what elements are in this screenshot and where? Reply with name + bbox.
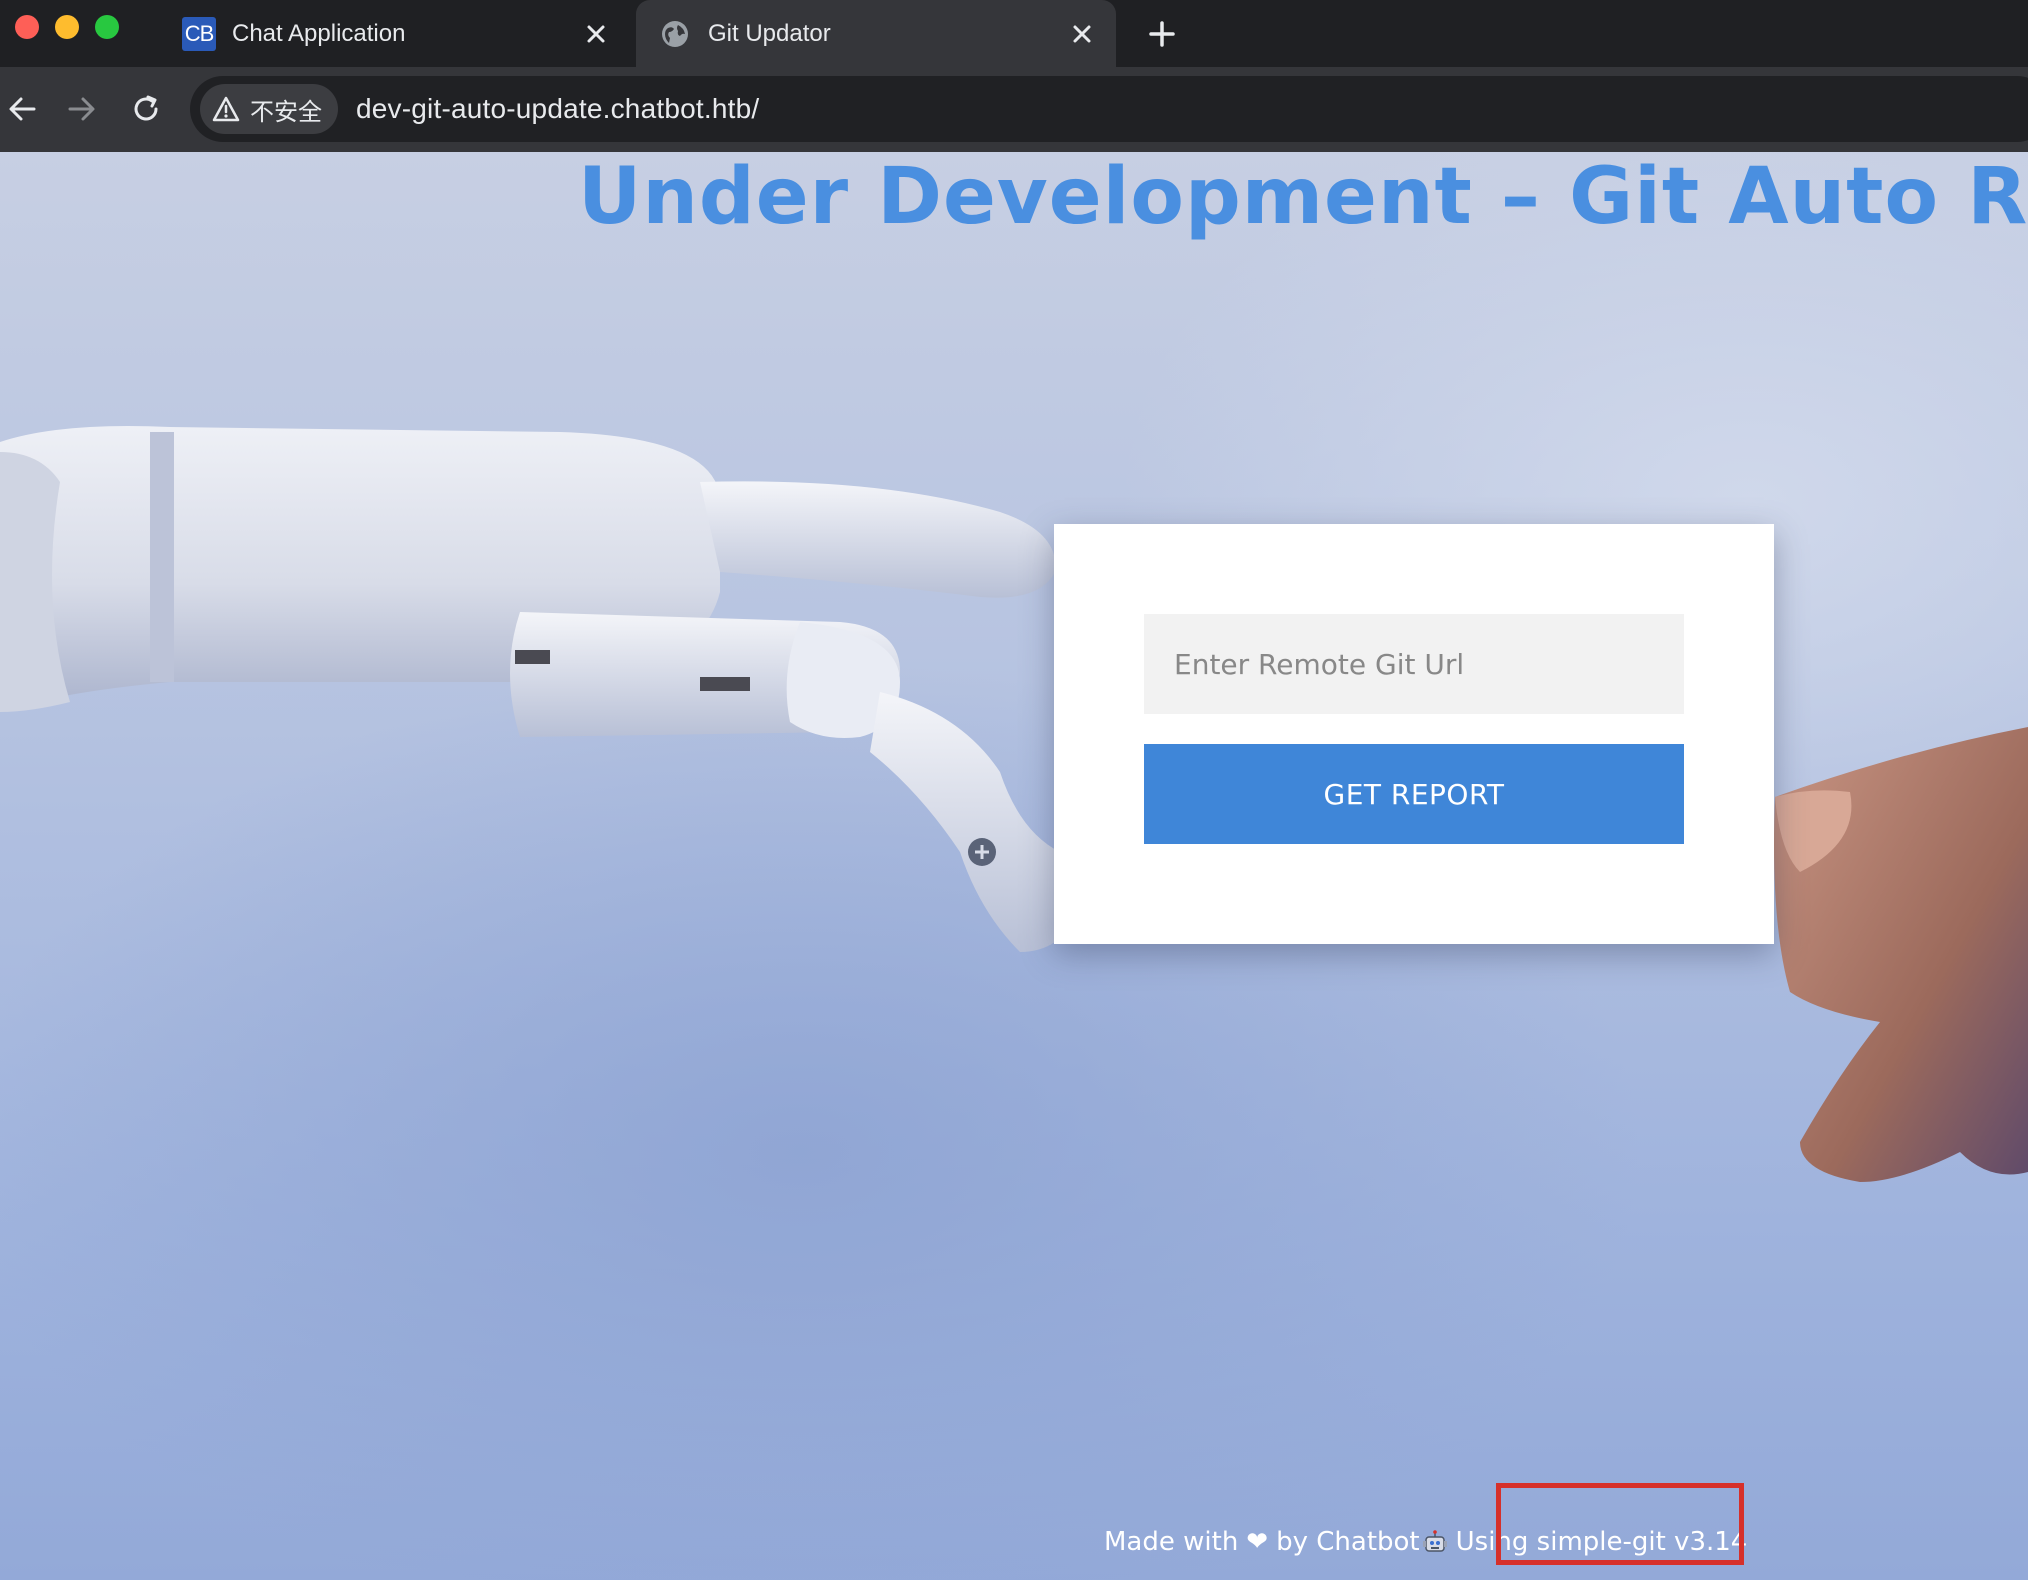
arrow-right-icon <box>68 97 95 121</box>
footer-made-with: Made with <box>1104 1527 1239 1557</box>
reload-button[interactable] <box>124 87 168 131</box>
tab-close-icon[interactable] <box>1062 14 1102 54</box>
browser-tab-strip: CB Chat Application Git Updator <box>0 0 2028 67</box>
report-form-card: GET REPORT <box>1054 524 1774 944</box>
window-maximize-button[interactable] <box>95 15 119 39</box>
window-close-button[interactable] <box>15 15 39 39</box>
reload-icon <box>134 95 158 121</box>
version-highlight-box <box>1496 1483 1744 1565</box>
security-indicator[interactable]: 不安全 <box>200 84 338 134</box>
robot-icon <box>1422 1529 1448 1555</box>
page-viewport: Under Development – Git Auto Report Ger … <box>0 152 2028 1580</box>
remote-git-url-input[interactable] <box>1144 614 1684 714</box>
get-report-button[interactable]: GET REPORT <box>1144 744 1684 844</box>
globe-icon <box>658 17 692 51</box>
arrow-left-icon <box>9 97 36 121</box>
warning-icon <box>212 96 240 122</box>
new-tab-button[interactable] <box>1140 12 1184 56</box>
footer-by-chatbot: by Chatbot <box>1276 1527 1420 1557</box>
browser-toolbar: 不安全 dev-git-auto-update.chatbot.htb/ <box>0 67 2028 152</box>
heart-icon: ❤ <box>1246 1527 1269 1557</box>
tab-git-updator[interactable]: Git Updator <box>636 0 1116 67</box>
back-button[interactable] <box>0 87 44 131</box>
page-headline: Under Development – Git Auto Report Ger <box>578 152 2028 242</box>
tab-close-icon[interactable] <box>576 14 616 54</box>
address-bar[interactable]: 不安全 dev-git-auto-update.chatbot.htb/ <box>190 76 2028 142</box>
plus-icon <box>1149 21 1175 47</box>
tab-chat-application[interactable]: CB Chat Application <box>160 0 630 67</box>
forward-button[interactable] <box>60 87 104 131</box>
tab-title: Chat Application <box>232 19 406 47</box>
chatbot-favicon-icon: CB <box>182 16 216 51</box>
security-label: 不安全 <box>250 97 322 126</box>
tab-title: Git Updator <box>708 19 831 47</box>
url-text[interactable]: dev-git-auto-update.chatbot.htb/ <box>356 93 759 125</box>
window-minimize-button[interactable] <box>55 15 79 39</box>
